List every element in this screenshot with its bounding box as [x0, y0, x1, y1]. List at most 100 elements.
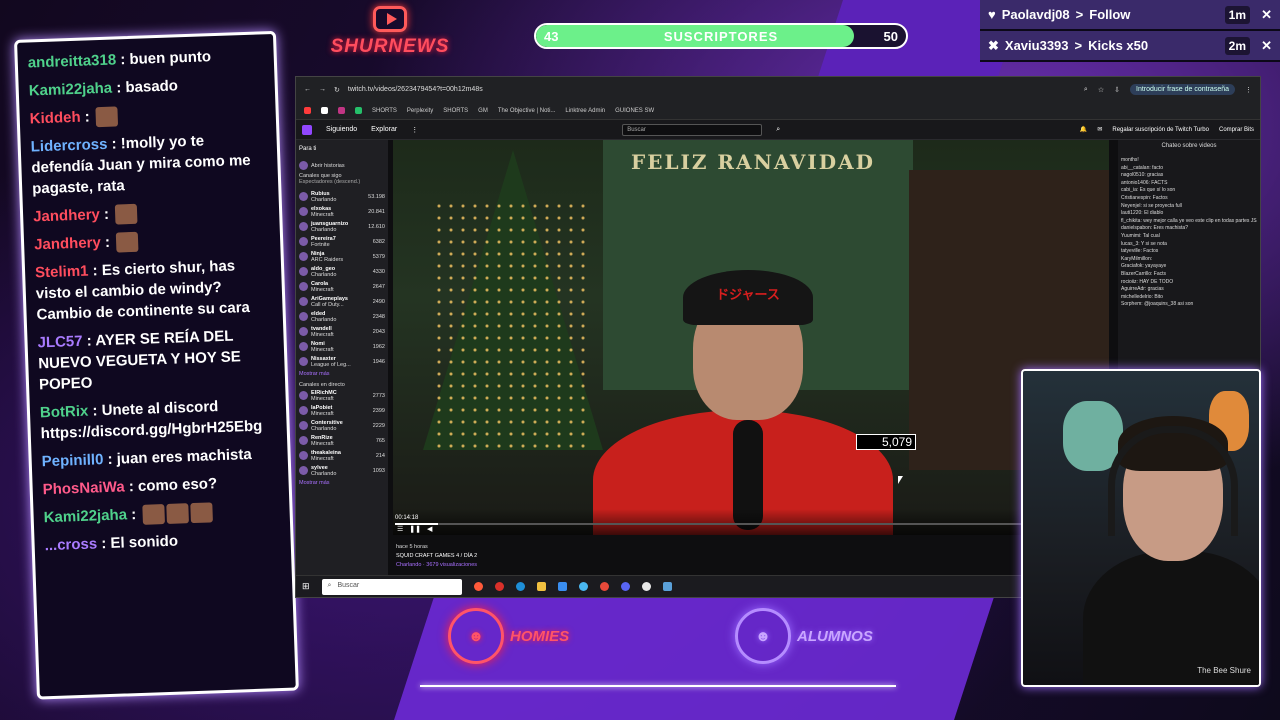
nav-browse[interactable]: Explorar — [371, 126, 397, 133]
alert-feed: ♥ Paolavdj08 > Follow 1m ✕ ✖ Xaviu3393 >… — [980, 0, 1280, 62]
avatar — [299, 252, 308, 261]
video-chat-line: Graciafok: yayayaye — [1121, 263, 1167, 270]
bookmark[interactable]: Linktree Admin — [565, 108, 605, 114]
sidebar-channel[interactable]: theakaleina Minecraft 214 — [299, 448, 385, 463]
chat-username: Jandhery — [32, 206, 101, 226]
seek-bar[interactable] — [395, 523, 1107, 525]
back-icon[interactable]: ← — [304, 86, 311, 93]
video-chat-line: abi__catalan: facto — [1121, 164, 1163, 171]
twitch-logo-icon[interactable] — [302, 124, 312, 135]
sidebar-channel[interactable]: Peereira7 Fortnite 6382 — [299, 234, 385, 249]
playlist-icon[interactable]: ☰ — [397, 525, 403, 533]
avatar — [299, 451, 308, 460]
pause-icon[interactable]: ❚❚ — [409, 525, 421, 533]
taskbar-search[interactable]: ⌕ Buscar — [321, 578, 462, 595]
menu-icon[interactable]: ⋮ — [1245, 86, 1252, 94]
channel-info: ElRichMC Minecraft — [311, 390, 370, 402]
alert-user: Paolavdj08 — [1001, 7, 1070, 22]
nav-following[interactable]: Siguiendo — [326, 126, 357, 133]
download-icon[interactable]: ⇩ — [1114, 86, 1120, 94]
sidebar-channel[interactable]: RenRize Minecraft 765 — [299, 433, 385, 448]
open-stories[interactable]: Abrir historias — [299, 158, 385, 173]
folder-icon[interactable] — [536, 582, 546, 591]
show-more-link[interactable]: Mostrar más — [299, 371, 385, 377]
discord-icon[interactable] — [620, 582, 630, 591]
close-icon[interactable]: ✕ — [1261, 38, 1272, 54]
play-icon — [373, 6, 407, 32]
app-icon[interactable] — [355, 107, 362, 114]
channel-game: Minecraft — [311, 455, 334, 462]
password-button[interactable]: Introducir frase de contraseña — [1130, 84, 1235, 95]
opera-icon[interactable] — [494, 582, 504, 591]
avatar — [299, 207, 308, 216]
notifications-icon[interactable]: 🔔 — [1080, 126, 1087, 133]
bookmark[interactable]: SHORTS — [443, 108, 468, 114]
search-icon[interactable]: ⌕ — [776, 126, 780, 134]
close-icon[interactable]: ✕ — [1261, 7, 1272, 23]
zoom-icon[interactable]: ⌕ — [1084, 86, 1088, 94]
forward-icon[interactable]: → — [319, 86, 326, 93]
sort-label[interactable]: Espectadores (descend.) — [299, 179, 385, 185]
sidebar-channel[interactable]: Nomi Minecraft 1962 — [299, 339, 385, 354]
store-icon[interactable] — [557, 582, 567, 591]
sidebar-channel[interactable]: tvandell Minecraft 2043 — [299, 324, 385, 339]
avatar — [299, 391, 308, 400]
sidebar-channel[interactable]: AriGameplays Call of Duty... 2490 — [299, 294, 385, 309]
channel-info: AriGameplays Call of Duty... — [311, 296, 370, 308]
x-icon[interactable] — [321, 107, 328, 114]
homies-text: HOMIES — [510, 627, 570, 645]
edge-icon[interactable] — [515, 582, 525, 591]
sidebar-channel[interactable]: elxokas Minecraft 20.841 — [299, 204, 385, 219]
chat-text: : El sonido — [96, 532, 179, 553]
instagram-icon[interactable] — [338, 107, 345, 114]
channel-game: Minecraft — [311, 410, 334, 417]
sidebar-channel[interactable]: sylvee Charlando 1093 — [299, 463, 385, 478]
sidebar-channel[interactable]: laPobiet Minecraft 2399 — [299, 403, 385, 418]
bookmark[interactable]: SHORTS — [372, 108, 397, 114]
reload-icon[interactable]: ↻ — [334, 86, 340, 94]
video-meta[interactable]: Charlando · 3679 visualizaciones — [396, 561, 477, 570]
chat-message: Jandhery : — [33, 198, 270, 227]
chat-username: Kami22jaha — [28, 79, 113, 100]
pokeball-icon[interactable] — [641, 582, 651, 591]
emote-icon — [115, 231, 139, 253]
address-bar-row: ← → ↻ twitch.tv/videos/2623479454?t=00h1… — [296, 77, 1260, 102]
sidebar-channel[interactable]: juansguarnizo Charlando 12.610 — [299, 219, 385, 234]
star-icon[interactable]: ☆ — [1098, 86, 1104, 94]
turbo-button[interactable]: Regalar suscripción de Twitch Turbo — [1112, 127, 1209, 133]
sidebar-channel[interactable]: elded Charlando 2348 — [299, 309, 385, 324]
channel-info: laPobiet Minecraft — [311, 405, 370, 417]
bits-button[interactable]: Comprar Bits — [1219, 127, 1254, 133]
app-icon[interactable] — [578, 582, 588, 591]
channel-viewers: 2043 — [372, 328, 385, 335]
more-icon[interactable]: ⋮ — [411, 126, 418, 134]
bookmark[interactable]: Perplexity — [407, 108, 433, 114]
sidebar-channel[interactable]: Rubius Charlando 53.198 — [299, 189, 385, 204]
sidebar-channel[interactable]: aldo_geo Charlando 4330 — [299, 264, 385, 279]
sidebar-channel[interactable]: Contersitive Charlando 2229 — [299, 418, 385, 433]
sidebar-channel[interactable]: Ninja ARC Raiders 5379 — [299, 249, 385, 264]
video-player[interactable]: FELIZ RANAVIDAD ドジャース 00:14:18 ☰ ❚❚ ◀ — [393, 140, 1109, 535]
channel-viewers: 12.610 — [368, 223, 385, 230]
channel-viewers: 5379 — [372, 253, 385, 260]
sidebar-channel[interactable]: Carola Minecraft 2647 — [299, 279, 385, 294]
bookmark[interactable]: GUIONES SW — [615, 108, 654, 114]
volume-icon[interactable]: ◀ — [427, 525, 432, 533]
app-icon[interactable] — [662, 582, 672, 591]
emote-icon — [190, 502, 213, 524]
brave-icon[interactable] — [473, 582, 483, 591]
chat-text: : — [126, 505, 141, 524]
inbox-icon[interactable]: ✉ — [1097, 126, 1102, 133]
channel-info: Rubius Charlando — [311, 191, 365, 203]
search-input[interactable]: Buscar — [622, 123, 763, 136]
bookmark[interactable]: The Objective | Noti... — [498, 108, 556, 114]
channel-viewers: 2348 — [372, 313, 385, 320]
sidebar-channel[interactable]: ElRichMC Minecraft 2773 — [299, 388, 385, 403]
youtube-icon[interactable] — [304, 107, 311, 114]
show-more-link[interactable]: Mostrar más — [299, 480, 385, 486]
bookmark[interactable]: GM — [478, 108, 488, 114]
sidebar-channel[interactable]: Nissaxter League of Leg... 1946 — [299, 354, 385, 369]
chrome-icon[interactable] — [599, 582, 609, 591]
url-field[interactable]: twitch.tv/videos/2623479454?t=00h12m48s — [348, 86, 483, 93]
windows-icon[interactable]: ⊞ — [302, 581, 310, 592]
